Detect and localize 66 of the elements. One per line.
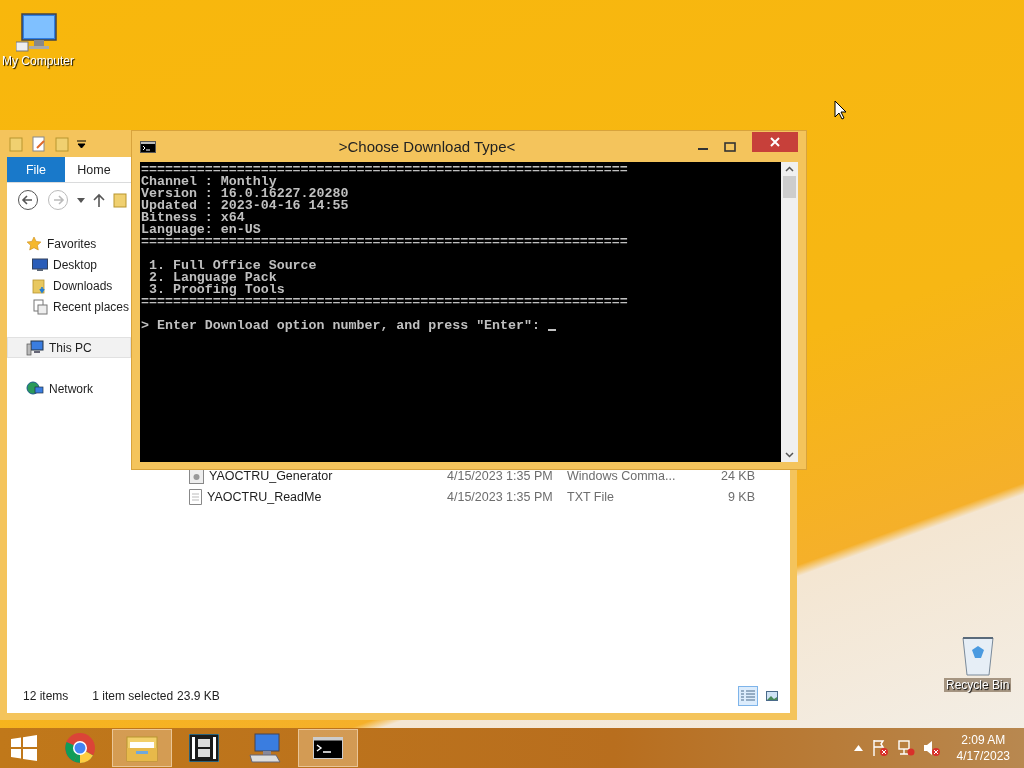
nav-item[interactable]: Desktop xyxy=(7,254,131,275)
nav-item[interactable]: Favorites xyxy=(7,233,131,254)
console-line: Bitness : x64 xyxy=(141,212,245,224)
clock-date: 4/17/2023 xyxy=(956,748,1010,764)
file-size: 9 KB xyxy=(726,489,755,504)
recent-places-icon xyxy=(32,298,48,315)
clock-time: 2:09 AM xyxy=(961,732,1006,748)
scroll-down-icon[interactable] xyxy=(785,452,794,458)
scroll-thumb[interactable] xyxy=(783,176,796,198)
file-type: TXT File xyxy=(567,489,615,504)
up-arrow-icon[interactable] xyxy=(93,193,105,207)
console-icon xyxy=(140,140,156,153)
caret-icon[interactable] xyxy=(853,745,863,751)
console-line: 2. Language Pack xyxy=(147,272,277,284)
nav-item[interactable]: Recent places xyxy=(7,296,131,317)
ribbon-tab[interactable]: File xyxy=(7,157,65,182)
speaker-muted-icon[interactable] xyxy=(922,739,941,757)
nav-item[interactable]: Network xyxy=(7,378,131,399)
file-date: 4/15/2023 1:35 PM xyxy=(447,489,554,504)
properties-icon xyxy=(31,135,47,152)
separator-line: ============================================================= xyxy=(141,164,628,176)
selection-size: 23.9 KB xyxy=(177,689,220,703)
window-title: >Choose Download Type< xyxy=(337,138,517,155)
file-type: Windows Comma... xyxy=(567,468,677,483)
nav-item[interactable]: This PC xyxy=(7,337,131,358)
file-size: 24 KB xyxy=(719,468,755,483)
globe-icon xyxy=(26,380,44,397)
console-line: 3. Proofing Tools xyxy=(147,284,285,296)
pointer-icon xyxy=(834,100,847,120)
back-icon[interactable] xyxy=(17,189,39,211)
file-date: 4/15/2023 1:35 PM xyxy=(447,468,554,483)
file-name[interactable]: YAOCTRU_ReadMe xyxy=(189,488,447,505)
input-prompt: > Enter Download option number, and press "Enter": xyxy=(141,320,541,332)
chrome-icon xyxy=(64,732,96,764)
computer-icon xyxy=(26,339,44,356)
console-line: 1. Full Office Source xyxy=(147,260,317,272)
selection-info: 1 item selected xyxy=(92,689,174,703)
separator-line: ============================================================= xyxy=(141,236,628,248)
scrollbar[interactable] xyxy=(781,162,798,462)
console-line: Updated : 2023-04-16 14:55 xyxy=(141,200,349,212)
console-line: Version : 16.0.16227.20280 xyxy=(141,188,349,200)
dropdown-icon[interactable] xyxy=(77,139,86,148)
text-file-icon xyxy=(189,488,202,505)
flag-icon[interactable] xyxy=(870,739,889,757)
close-button[interactable] xyxy=(752,131,798,152)
monitor-icon xyxy=(32,257,48,272)
maximize-icon[interactable] xyxy=(724,141,736,152)
star-icon xyxy=(26,235,42,252)
nav-item[interactable]: Downloads xyxy=(7,275,131,296)
item-count: 12 items xyxy=(23,689,69,703)
film-icon xyxy=(189,734,219,762)
image-icon xyxy=(766,691,778,701)
windows-logo-icon xyxy=(11,735,37,761)
console-icon xyxy=(313,737,343,759)
list-icon xyxy=(741,690,755,702)
scroll-up-icon[interactable] xyxy=(785,166,794,172)
remote-desktop-icon xyxy=(249,733,283,763)
computer-icon xyxy=(16,12,60,52)
text-cursor xyxy=(547,329,556,331)
separator-line: ============================================================= xyxy=(141,296,628,308)
taskbar-button[interactable] xyxy=(298,729,358,767)
console-line: Channel : Monthly xyxy=(141,176,277,188)
network-icon[interactable] xyxy=(896,739,915,757)
close-icon xyxy=(770,136,780,147)
caret-icon[interactable] xyxy=(77,197,85,203)
console-line: Language: en-US xyxy=(141,224,261,236)
